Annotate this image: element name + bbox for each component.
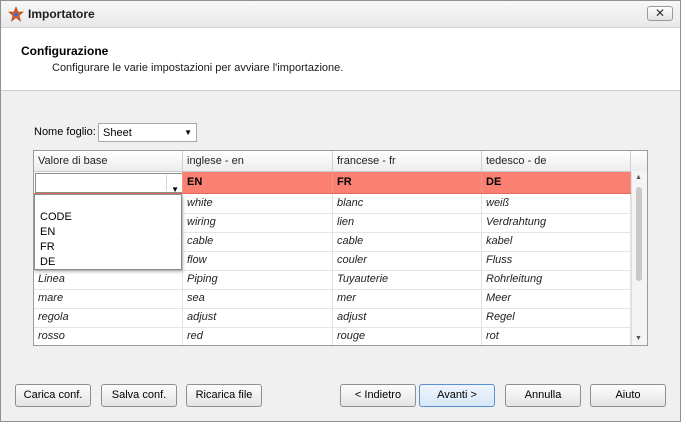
column-header-fr[interactable]: francese - fr <box>333 151 482 171</box>
cell-en[interactable]: wiring <box>183 213 333 232</box>
load-config-button[interactable]: Carica conf. <box>15 384 91 407</box>
vertical-scrollbar[interactable]: ▲ ▼ <box>631 171 647 345</box>
cell-de[interactable]: Meer <box>482 289 631 308</box>
cell-fr[interactable]: rouge <box>333 327 482 345</box>
cell-base[interactable]: regola <box>34 308 183 327</box>
sheet-name-label: Nome foglio: <box>34 126 96 138</box>
close-button[interactable]: ✕ <box>647 6 673 21</box>
page-header: Configurazione Configurare le varie impo… <box>1 28 680 91</box>
cell-base[interactable]: mare <box>34 289 183 308</box>
table-row[interactable]: Linea Piping Tuyauterie Rohrleitung <box>34 270 631 290</box>
back-button[interactable]: < Indietro <box>340 384 416 407</box>
chevron-down-icon[interactable]: ▼ <box>171 179 179 193</box>
language-row: ▼ EN FR DE <box>34 172 631 194</box>
cell-fr[interactable]: mer <box>333 289 482 308</box>
dropdown-option-fr[interactable]: FR <box>40 240 55 255</box>
cell-fr[interactable]: Tuyauterie <box>333 270 482 289</box>
column-header-en[interactable]: inglese - en <box>183 151 333 171</box>
column-header-de[interactable]: tedesco - de <box>482 151 631 171</box>
save-config-button[interactable]: Salva conf. <box>101 384 177 407</box>
scroll-up-icon[interactable]: ▲ <box>635 174 642 181</box>
page-title: Configurazione <box>21 44 109 58</box>
table-row[interactable]: mare sea mer Meer <box>34 289 631 309</box>
cell-de[interactable]: kabel <box>482 232 631 251</box>
cell-en[interactable]: adjust <box>183 308 333 327</box>
cell-de[interactable]: Fluss <box>482 251 631 270</box>
base-value-combo[interactable]: ▼ <box>35 173 182 193</box>
cell-en[interactable]: flow <box>183 251 333 270</box>
cell-de[interactable]: Regel <box>482 308 631 327</box>
title-bar: Importatore ✕ <box>1 1 680 28</box>
reload-file-button[interactable]: Ricarica file <box>186 384 262 407</box>
dropdown-option-code[interactable]: CODE <box>40 210 72 225</box>
cell-fr[interactable]: cable <box>333 232 482 251</box>
help-button[interactable]: Aiuto <box>590 384 666 407</box>
window-title: Importatore <box>28 7 95 21</box>
table-row[interactable]: rosso red rouge rot <box>34 327 631 345</box>
sheet-name-combo[interactable]: Sheet ▼ <box>98 123 197 142</box>
lang-cell-de[interactable]: DE <box>482 172 631 193</box>
cell-en[interactable]: sea <box>183 289 333 308</box>
star-icon <box>8 6 24 22</box>
page-subtitle: Configurare le varie impostazioni per av… <box>52 62 344 74</box>
cell-en[interactable]: white <box>183 194 333 213</box>
cell-fr[interactable]: blanc <box>333 194 482 213</box>
cell-fr[interactable]: couler <box>333 251 482 270</box>
cell-de[interactable]: Verdrahtung <box>482 213 631 232</box>
close-icon: ✕ <box>654 6 666 20</box>
scroll-down-icon[interactable]: ▼ <box>635 335 642 342</box>
cell-en[interactable]: Piping <box>183 270 333 289</box>
cell-fr[interactable]: adjust <box>333 308 482 327</box>
table-row[interactable]: regola adjust adjust Regel <box>34 308 631 328</box>
chevron-down-icon[interactable]: ▼ <box>184 128 192 137</box>
grid-header: Valore di base inglese - en francese - f… <box>34 151 647 172</box>
dropdown-option-en[interactable]: EN <box>40 225 55 240</box>
scrollbar-thumb[interactable] <box>636 187 642 281</box>
cell-base[interactable]: rosso <box>34 327 183 345</box>
base-value-cell[interactable]: ▼ <box>34 172 183 193</box>
next-button[interactable]: Avanti > <box>419 384 495 407</box>
cell-en[interactable]: cable <box>183 232 333 251</box>
base-value-dropdown-list: CODE EN FR DE <box>34 194 182 270</box>
lang-cell-fr[interactable]: FR <box>333 172 482 193</box>
cancel-button[interactable]: Annulla <box>505 384 581 407</box>
cell-fr[interactable]: lien <box>333 213 482 232</box>
dropdown-option-de[interactable]: DE <box>40 255 55 270</box>
cell-base[interactable]: Linea <box>34 270 183 289</box>
cell-en[interactable]: red <box>183 327 333 345</box>
sheet-name-value: Sheet <box>103 127 132 139</box>
cell-de[interactable]: Rohrleitung <box>482 270 631 289</box>
mapping-grid: Valore di base inglese - en francese - f… <box>33 150 648 346</box>
importer-window: Importatore ✕ Configurazione Configurare… <box>0 0 681 422</box>
lang-cell-en[interactable]: EN <box>183 172 333 193</box>
column-header-base[interactable]: Valore di base <box>34 151 183 171</box>
cell-de[interactable]: weiß <box>482 194 631 213</box>
cell-de[interactable]: rot <box>482 327 631 345</box>
combo-separator <box>166 175 167 191</box>
